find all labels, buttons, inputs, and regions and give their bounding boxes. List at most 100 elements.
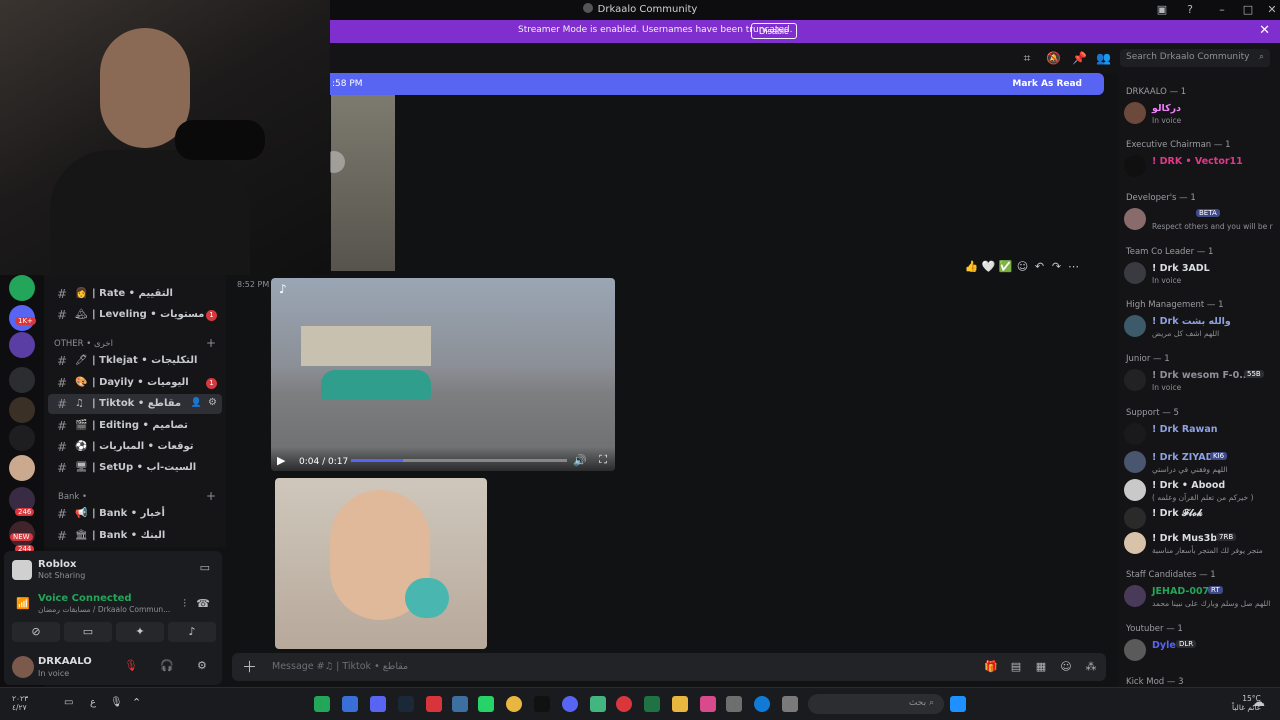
- avatar[interactable]: [12, 656, 34, 678]
- gift-icon[interactable]: 🎁: [984, 661, 998, 673]
- category-bank[interactable]: Bank •: [58, 492, 87, 502]
- forward-icon[interactable]: ↷: [1048, 260, 1065, 273]
- minimize-button[interactable]: –: [1214, 2, 1230, 18]
- channel-item-editing[interactable]: # 🎬 | Editing • تصاميم: [48, 416, 222, 436]
- server-icon[interactable]: [9, 425, 35, 451]
- clock[interactable]: ٢٠٢٣ ٤/٢٧: [12, 694, 28, 712]
- image-attachment[interactable]: [275, 478, 487, 649]
- server-icon[interactable]: [9, 332, 35, 358]
- gif-icon[interactable]: ▤: [1009, 661, 1023, 673]
- mark-as-read-button[interactable]: Mark As Read: [1012, 79, 1082, 89]
- video-attachment-top[interactable]: [323, 95, 395, 271]
- disconnect-icon[interactable]: ☎: [196, 597, 210, 610]
- channel-item-bank-news[interactable]: # 📢 | Bank • أخبار: [48, 504, 222, 524]
- search-input[interactable]: Search Drkaalo Community ⌕: [1120, 49, 1270, 67]
- member-item[interactable]: BETA Respect others and you will be r: [1124, 206, 1278, 234]
- channel-item-tklejat[interactable]: # 🖊 | Tklejat • التكليجات: [48, 351, 222, 371]
- app-icon[interactable]: [782, 696, 798, 712]
- video-progress-track[interactable]: [351, 459, 567, 462]
- soundboard-button[interactable]: ♪: [168, 622, 216, 642]
- app-icon[interactable]: [616, 696, 632, 712]
- server-icon[interactable]: [9, 455, 35, 481]
- server-icon[interactable]: [9, 275, 35, 301]
- add-reaction-icon[interactable]: ☺: [1014, 260, 1031, 273]
- deafen-icon[interactable]: 🎧: [160, 659, 174, 672]
- inbox-icon[interactable]: ▣: [1154, 2, 1170, 18]
- video-player[interactable]: ♪ ▶ 0:04 / 0:17 🔊 ⛶: [271, 278, 615, 471]
- app-icon[interactable]: [370, 696, 386, 712]
- language-indicator[interactable]: ع: [90, 697, 96, 708]
- user-settings-icon[interactable]: ⚙: [197, 659, 207, 672]
- notifications-icon[interactable]: 🔕: [1046, 51, 1061, 65]
- member-item[interactable]: ! Drk wesom F-0.. 55B In voice: [1124, 367, 1278, 395]
- app-icon[interactable]: [426, 696, 442, 712]
- discord-icon[interactable]: [562, 696, 578, 712]
- app-icon[interactable]: [590, 696, 606, 712]
- threads-icon[interactable]: ⌗: [1020, 51, 1034, 65]
- channel-item-setup[interactable]: # 🖥 | SetUp • السيت-اب: [48, 458, 222, 478]
- app-icon[interactable]: [534, 696, 550, 712]
- edge-icon[interactable]: [754, 696, 770, 712]
- whatsapp-icon[interactable]: [478, 696, 494, 712]
- member-item[interactable]: دركالو In voice: [1124, 100, 1278, 128]
- member-item[interactable]: ! Drk 3ADL In voice: [1124, 260, 1278, 288]
- member-item[interactable]: ! Drk 𝓕𝓵𝓸𝓴: [1124, 505, 1278, 533]
- thumbs-up-reaction-icon[interactable]: 👍: [963, 260, 980, 273]
- taskbar-search[interactable]: بحث ⌕: [808, 694, 944, 714]
- channel-item-leveling[interactable]: # 🏔 | Leveling • مستويات 1: [48, 305, 222, 325]
- member-item[interactable]: JEHAD-007- RT اللهم صل وسلم وبارك على نبين…: [1124, 583, 1278, 611]
- member-item[interactable]: ! DRK • Vector11: [1124, 153, 1278, 181]
- add-channel-icon[interactable]: +: [206, 489, 216, 503]
- folder-icon[interactable]: [672, 696, 688, 712]
- camera-off-button[interactable]: ⊘: [12, 622, 60, 642]
- app-icon[interactable]: [452, 696, 468, 712]
- store-icon[interactable]: [726, 696, 742, 712]
- add-channel-icon[interactable]: +: [206, 336, 216, 350]
- member-item[interactable]: ! Drk Rawan: [1124, 421, 1278, 449]
- category-other[interactable]: OTHER • اخرى: [54, 339, 113, 349]
- voice-channel-name[interactable]: مسابقات رمضان / Drkaalo Commun...: [38, 605, 170, 614]
- notification-icon[interactable]: ▭: [64, 697, 73, 708]
- settings-gear-icon[interactable]: ⚙: [208, 397, 217, 408]
- maximize-button[interactable]: □: [1240, 2, 1256, 18]
- play-pause-icon[interactable]: ▶: [277, 454, 285, 467]
- windows-start-icon[interactable]: [950, 696, 966, 712]
- app-icon[interactable]: [342, 696, 358, 712]
- member-item[interactable]: ! Drk والله بشت اللهم اشف كل مريض: [1124, 313, 1278, 341]
- fullscreen-icon[interactable]: ⛶: [599, 453, 607, 467]
- member-item[interactable]: Dyle DLR: [1124, 637, 1278, 665]
- member-item[interactable]: ! Drk • Abood ( خيركم من تعلم القرآن وعلم…: [1124, 477, 1278, 505]
- noise-suppression-icon[interactable]: ⫶: [183, 597, 186, 611]
- close-banner-icon[interactable]: ✕: [1259, 23, 1270, 38]
- sticker-icon[interactable]: ▦: [1034, 661, 1048, 673]
- heart-reaction-icon[interactable]: 🤍: [980, 260, 997, 273]
- activities-button[interactable]: ✦: [116, 622, 164, 642]
- member-list-icon[interactable]: 👥: [1096, 51, 1111, 65]
- channel-item-bank[interactable]: # 🏛 | Bank • البنك: [48, 526, 222, 546]
- channel-item-rate[interactable]: # 👩 | Rate • التقييم: [48, 284, 222, 304]
- invite-icon[interactable]: 👤: [191, 398, 202, 408]
- app-icon[interactable]: [314, 696, 330, 712]
- help-icon[interactable]: ?: [1182, 2, 1198, 18]
- apps-icon[interactable]: ⁂: [1084, 661, 1098, 673]
- server-icon[interactable]: [9, 397, 35, 423]
- screen-share-button[interactable]: ▭: [64, 622, 112, 642]
- check-reaction-icon[interactable]: ✅: [997, 260, 1014, 273]
- pin-icon[interactable]: 📌: [1072, 51, 1087, 65]
- steam-icon[interactable]: [398, 696, 414, 712]
- mute-icon[interactable]: 🎙: [124, 659, 138, 672]
- chrome-icon[interactable]: [506, 696, 522, 712]
- microphone-icon[interactable]: 🎙: [110, 697, 123, 708]
- emoji-icon[interactable]: ☺: [1059, 661, 1073, 673]
- server-folder-icon[interactable]: [9, 367, 35, 393]
- reply-icon[interactable]: ↶: [1031, 260, 1048, 273]
- disable-streamer-mode-button[interactable]: Disable: [751, 23, 798, 39]
- chevron-up-icon[interactable]: ⌃: [132, 696, 141, 709]
- share-screen-icon[interactable]: ▭: [200, 561, 210, 574]
- channel-item-predictions[interactable]: # ⚽ | توقعات • المباريات: [48, 437, 222, 457]
- excel-icon[interactable]: [644, 696, 660, 712]
- more-options-icon[interactable]: ⋯: [1065, 260, 1082, 273]
- member-item[interactable]: ! Drk ZIYAD KI6 اللهم وفقني في دراستي: [1124, 449, 1278, 477]
- close-button[interactable]: ✕: [1264, 2, 1280, 18]
- member-item[interactable]: ! Drk Mus3b 7RB متجر يوفر لك المتجر بأسعار…: [1124, 530, 1278, 558]
